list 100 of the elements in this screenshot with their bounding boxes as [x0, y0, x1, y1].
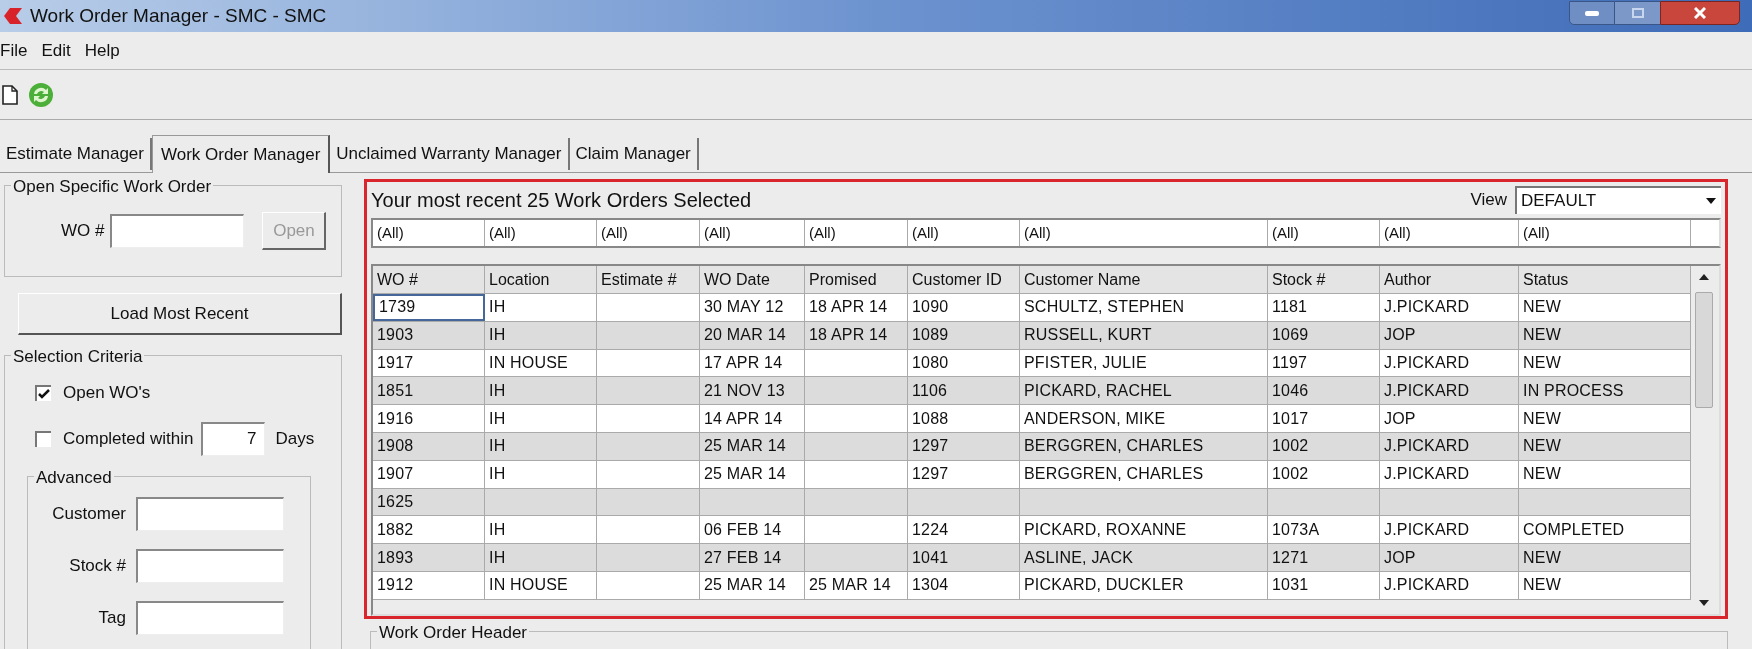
- table-cell: 1041: [908, 544, 1020, 571]
- table-cell: J.PICKARD: [1380, 433, 1519, 460]
- minimize-button[interactable]: [1569, 1, 1615, 25]
- column-header[interactable]: WO #: [373, 266, 485, 293]
- app-logo-icon: [4, 8, 22, 24]
- table-cell: J.PICKARD: [1380, 377, 1519, 405]
- view-label: View: [1470, 189, 1507, 212]
- table-cell: 1089: [908, 321, 1020, 349]
- table-cell: JOP: [1380, 321, 1519, 349]
- table-cell: BERGGREN, CHARLES: [1020, 433, 1268, 460]
- filter-cell[interactable]: (All): [1020, 220, 1268, 246]
- tab[interactable]: Unclaimed Warranty Manager: [330, 138, 570, 170]
- input-field[interactable]: [136, 600, 284, 635]
- minimize-icon: [1585, 10, 1599, 16]
- results-title: Your most recent 25 Work Orders Selected: [371, 188, 752, 213]
- table-cell: 1069: [1268, 321, 1380, 349]
- table-cell: 1181: [1268, 294, 1380, 321]
- table-cell: 18 APR 14: [805, 294, 908, 321]
- table-cell: SCHULTZ, STEPHEN: [1020, 294, 1268, 321]
- column-header[interactable]: Author: [1380, 266, 1519, 293]
- close-button[interactable]: [1660, 1, 1740, 25]
- column-header[interactable]: Customer Name: [1020, 266, 1268, 293]
- table-cell: 1917: [373, 349, 485, 377]
- column-header[interactable]: Customer ID: [908, 266, 1020, 293]
- table-cell: 1046: [1268, 377, 1380, 405]
- table-cell: 1224: [908, 516, 1020, 544]
- table-cell: JOP: [1380, 544, 1519, 571]
- table-cell: 1625: [373, 488, 485, 516]
- table-cell: IH: [485, 433, 597, 460]
- table-cell: 1106: [908, 377, 1020, 405]
- tab[interactable]: Claim Manager: [569, 138, 699, 170]
- column-header[interactable]: Promised: [805, 266, 908, 293]
- filter-cell[interactable]: (All): [908, 220, 1020, 246]
- table-cell: 1912: [373, 571, 485, 599]
- table-cell: 14 APR 14: [700, 405, 805, 432]
- table-cell: IN HOUSE: [485, 571, 597, 599]
- view-dropdown[interactable]: DEFAULT: [1515, 186, 1721, 214]
- table-cell: 1197: [1268, 349, 1380, 377]
- filter-cell[interactable]: (All): [1380, 220, 1519, 246]
- dropdown-arrow-icon: [1705, 197, 1717, 205]
- new-document-icon[interactable]: [2, 84, 18, 105]
- table-cell: PICKARD, DUCKLER: [1020, 571, 1268, 599]
- table-cell: IH: [485, 460, 597, 488]
- table-cell: 1903: [373, 321, 485, 349]
- scroll-down-icon[interactable]: [1699, 600, 1709, 606]
- table-cell: 1080: [908, 349, 1020, 377]
- column-header[interactable]: Estimate #: [597, 266, 700, 293]
- table-cell: 1908: [373, 433, 485, 460]
- maximize-button[interactable]: [1615, 1, 1660, 25]
- column-header[interactable]: Stock #: [1268, 266, 1380, 293]
- table-cell: IH: [485, 405, 597, 432]
- menu-item[interactable]: Help: [84, 37, 120, 64]
- filter-cell[interactable]: (All): [1268, 220, 1380, 246]
- table-cell: 1907: [373, 460, 485, 488]
- table-cell: 25 MAR 14: [700, 433, 805, 460]
- filter-cell[interactable]: (All): [597, 220, 700, 246]
- table-cell: RUSSELL, KURT: [1020, 321, 1268, 349]
- table-cell: 1090: [908, 294, 1020, 321]
- table-cell: J.PICKARD: [1380, 349, 1519, 377]
- wo-number-field[interactable]: [110, 214, 245, 248]
- input-field[interactable]: [136, 496, 284, 531]
- maximize-icon: [1631, 8, 1644, 18]
- checkbox[interactable]: [35, 384, 51, 401]
- filter-cell[interactable]: (All): [485, 220, 597, 246]
- field-label: WO #: [61, 220, 105, 243]
- table-cell: 1304: [908, 571, 1020, 599]
- table-cell: PFISTER, JULIE: [1020, 349, 1268, 377]
- table-cell: ASLINE, JACK: [1020, 544, 1268, 571]
- checkbox-label: Completed within: [63, 427, 194, 450]
- table-cell: IH: [485, 377, 597, 405]
- filter-cell[interactable]: (All): [700, 220, 805, 246]
- scroll-up-icon[interactable]: [1699, 274, 1709, 280]
- tab[interactable]: Work Order Manager: [151, 135, 331, 173]
- table-cell: J.PICKARD: [1380, 516, 1519, 544]
- menu-item[interactable]: Edit: [41, 37, 71, 64]
- table-cell: 1882: [373, 516, 485, 544]
- check-icon: [38, 387, 50, 400]
- filter-cell[interactable]: (All): [373, 220, 485, 246]
- scroll-thumb[interactable]: [1695, 292, 1713, 408]
- table-cell: 1031: [1268, 571, 1380, 599]
- table-cell: ANDERSON, MIKE: [1020, 405, 1268, 432]
- field-label: Stock #: [69, 554, 126, 577]
- table-cell: 1017: [1268, 405, 1380, 432]
- table-cell: JOP: [1380, 405, 1519, 432]
- load-most-recent-button[interactable]: Load Most Recent: [18, 293, 342, 335]
- table-cell: 1297: [908, 433, 1020, 460]
- refresh-icon[interactable]: [28, 81, 54, 108]
- field-label: Customer: [52, 502, 126, 525]
- table-cell: PICKARD, RACHEL: [1020, 377, 1268, 405]
- filter-cell[interactable]: (All): [805, 220, 908, 246]
- checkbox[interactable]: [35, 430, 51, 447]
- menu-item[interactable]: File: [0, 37, 28, 64]
- table-cell: 1002: [1268, 460, 1380, 488]
- input-field[interactable]: [136, 548, 284, 583]
- table-cell: 1297: [908, 460, 1020, 488]
- filter-cell[interactable]: (All): [1519, 220, 1691, 246]
- table-cell: 25 MAR 14: [805, 571, 908, 599]
- days-field[interactable]: 7: [201, 421, 266, 456]
- column-header[interactable]: Location: [485, 266, 597, 293]
- column-header[interactable]: WO Date: [700, 266, 805, 293]
